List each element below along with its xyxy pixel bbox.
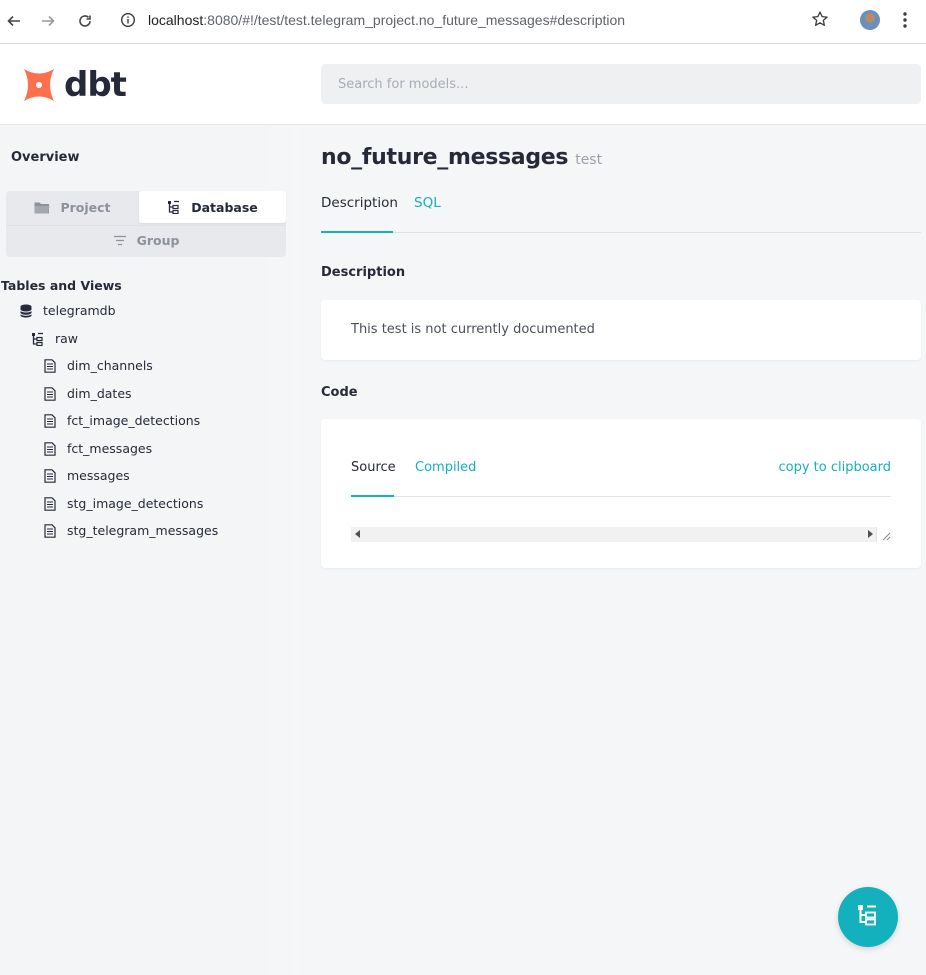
scroll-right-arrow-icon[interactable] <box>868 530 873 538</box>
scroll-left-arrow-icon[interactable] <box>355 530 360 538</box>
tree-table-item[interactable]: stg_telegram_messages <box>43 523 218 538</box>
tree-table-item[interactable]: fct_messages <box>43 441 152 456</box>
lineage-graph-button[interactable] <box>838 887 898 947</box>
resource-type-label: test <box>575 152 603 168</box>
code-tabs-divider <box>351 496 891 497</box>
search-input[interactable]: Search for models... <box>321 64 921 104</box>
active-code-tab-indicator <box>351 495 394 497</box>
browser-toolbar: localhost:8080/#!/test/test.telegram_pro… <box>0 0 926 44</box>
code-tab-compiled[interactable]: Compiled <box>415 460 476 475</box>
app-header: dbt Search for models... <box>0 44 926 125</box>
tab-description[interactable]: Description <box>321 195 398 211</box>
project-tab[interactable]: Project <box>6 191 139 223</box>
overview-link[interactable]: Overview <box>11 150 80 165</box>
code-section-title: Code <box>321 385 358 400</box>
browser-menu-icon[interactable] <box>897 10 913 30</box>
document-icon <box>43 358 57 373</box>
database-icon <box>19 304 33 318</box>
back-arrow-icon[interactable] <box>2 9 26 33</box>
filter-lines-icon <box>113 235 127 246</box>
document-icon <box>43 496 57 511</box>
tree-table-item[interactable]: messages <box>43 468 130 483</box>
group-tab[interactable]: Group <box>6 225 286 255</box>
tables-views-title: Tables and Views <box>1 278 122 293</box>
view-switcher: Project Database Group <box>6 191 286 257</box>
url-text: localhost:8080/#!/test/test.telegram_pro… <box>148 12 626 28</box>
code-horizontal-scrollbar[interactable] <box>351 527 891 542</box>
site-info-icon[interactable] <box>120 12 136 32</box>
sidebar: Overview Project Database Group Tables a… <box>0 125 300 975</box>
tree-structure-icon <box>31 332 45 346</box>
forward-arrow-icon[interactable] <box>36 9 60 33</box>
database-tab[interactable]: Database <box>139 191 286 223</box>
description-card: This test is not currently documented <box>321 300 921 360</box>
tab-sql[interactable]: SQL <box>414 195 441 211</box>
bookmark-star-icon[interactable] <box>811 10 829 32</box>
code-tab-source[interactable]: Source <box>351 460 396 475</box>
profile-avatar[interactable] <box>860 10 880 30</box>
copy-to-clipboard-link[interactable]: copy to clipboard <box>778 460 891 475</box>
active-tab-indicator <box>321 231 393 233</box>
reload-icon[interactable] <box>73 9 97 33</box>
code-card: Source Compiled copy to clipboard <box>321 419 921 568</box>
page-title-row: no_future_messages test <box>321 145 602 170</box>
tree-structure-icon <box>167 200 181 214</box>
tree-structure-icon <box>856 903 880 931</box>
resize-handle[interactable] <box>876 527 891 542</box>
address-bar[interactable]: localhost:8080/#!/test/test.telegram_pro… <box>111 4 843 36</box>
document-icon <box>43 468 57 483</box>
folder-icon <box>34 201 50 214</box>
search-placeholder: Search for models... <box>338 76 469 92</box>
page-title: no_future_messages <box>321 145 569 170</box>
tree-schema-raw[interactable]: raw <box>31 331 78 346</box>
detail-tabs: Description SQL <box>321 193 921 233</box>
description-text: This test is not currently documented <box>351 322 595 337</box>
tree-table-item[interactable]: dim_dates <box>43 386 132 401</box>
tree-database-telegramdb[interactable]: telegramdb <box>19 303 116 318</box>
document-icon <box>43 386 57 401</box>
dbt-logo[interactable]: dbt <box>20 65 127 105</box>
dbt-logo-icon <box>24 69 54 101</box>
tree-table-item[interactable]: dim_channels <box>43 358 153 373</box>
logo-text: dbt <box>64 65 127 105</box>
document-icon <box>43 441 57 456</box>
document-icon <box>43 413 57 428</box>
tree-table-item[interactable]: fct_image_detections <box>43 413 200 428</box>
document-icon <box>43 523 57 538</box>
tree-table-item[interactable]: stg_image_detections <box>43 496 203 511</box>
description-section-title: Description <box>321 265 406 280</box>
